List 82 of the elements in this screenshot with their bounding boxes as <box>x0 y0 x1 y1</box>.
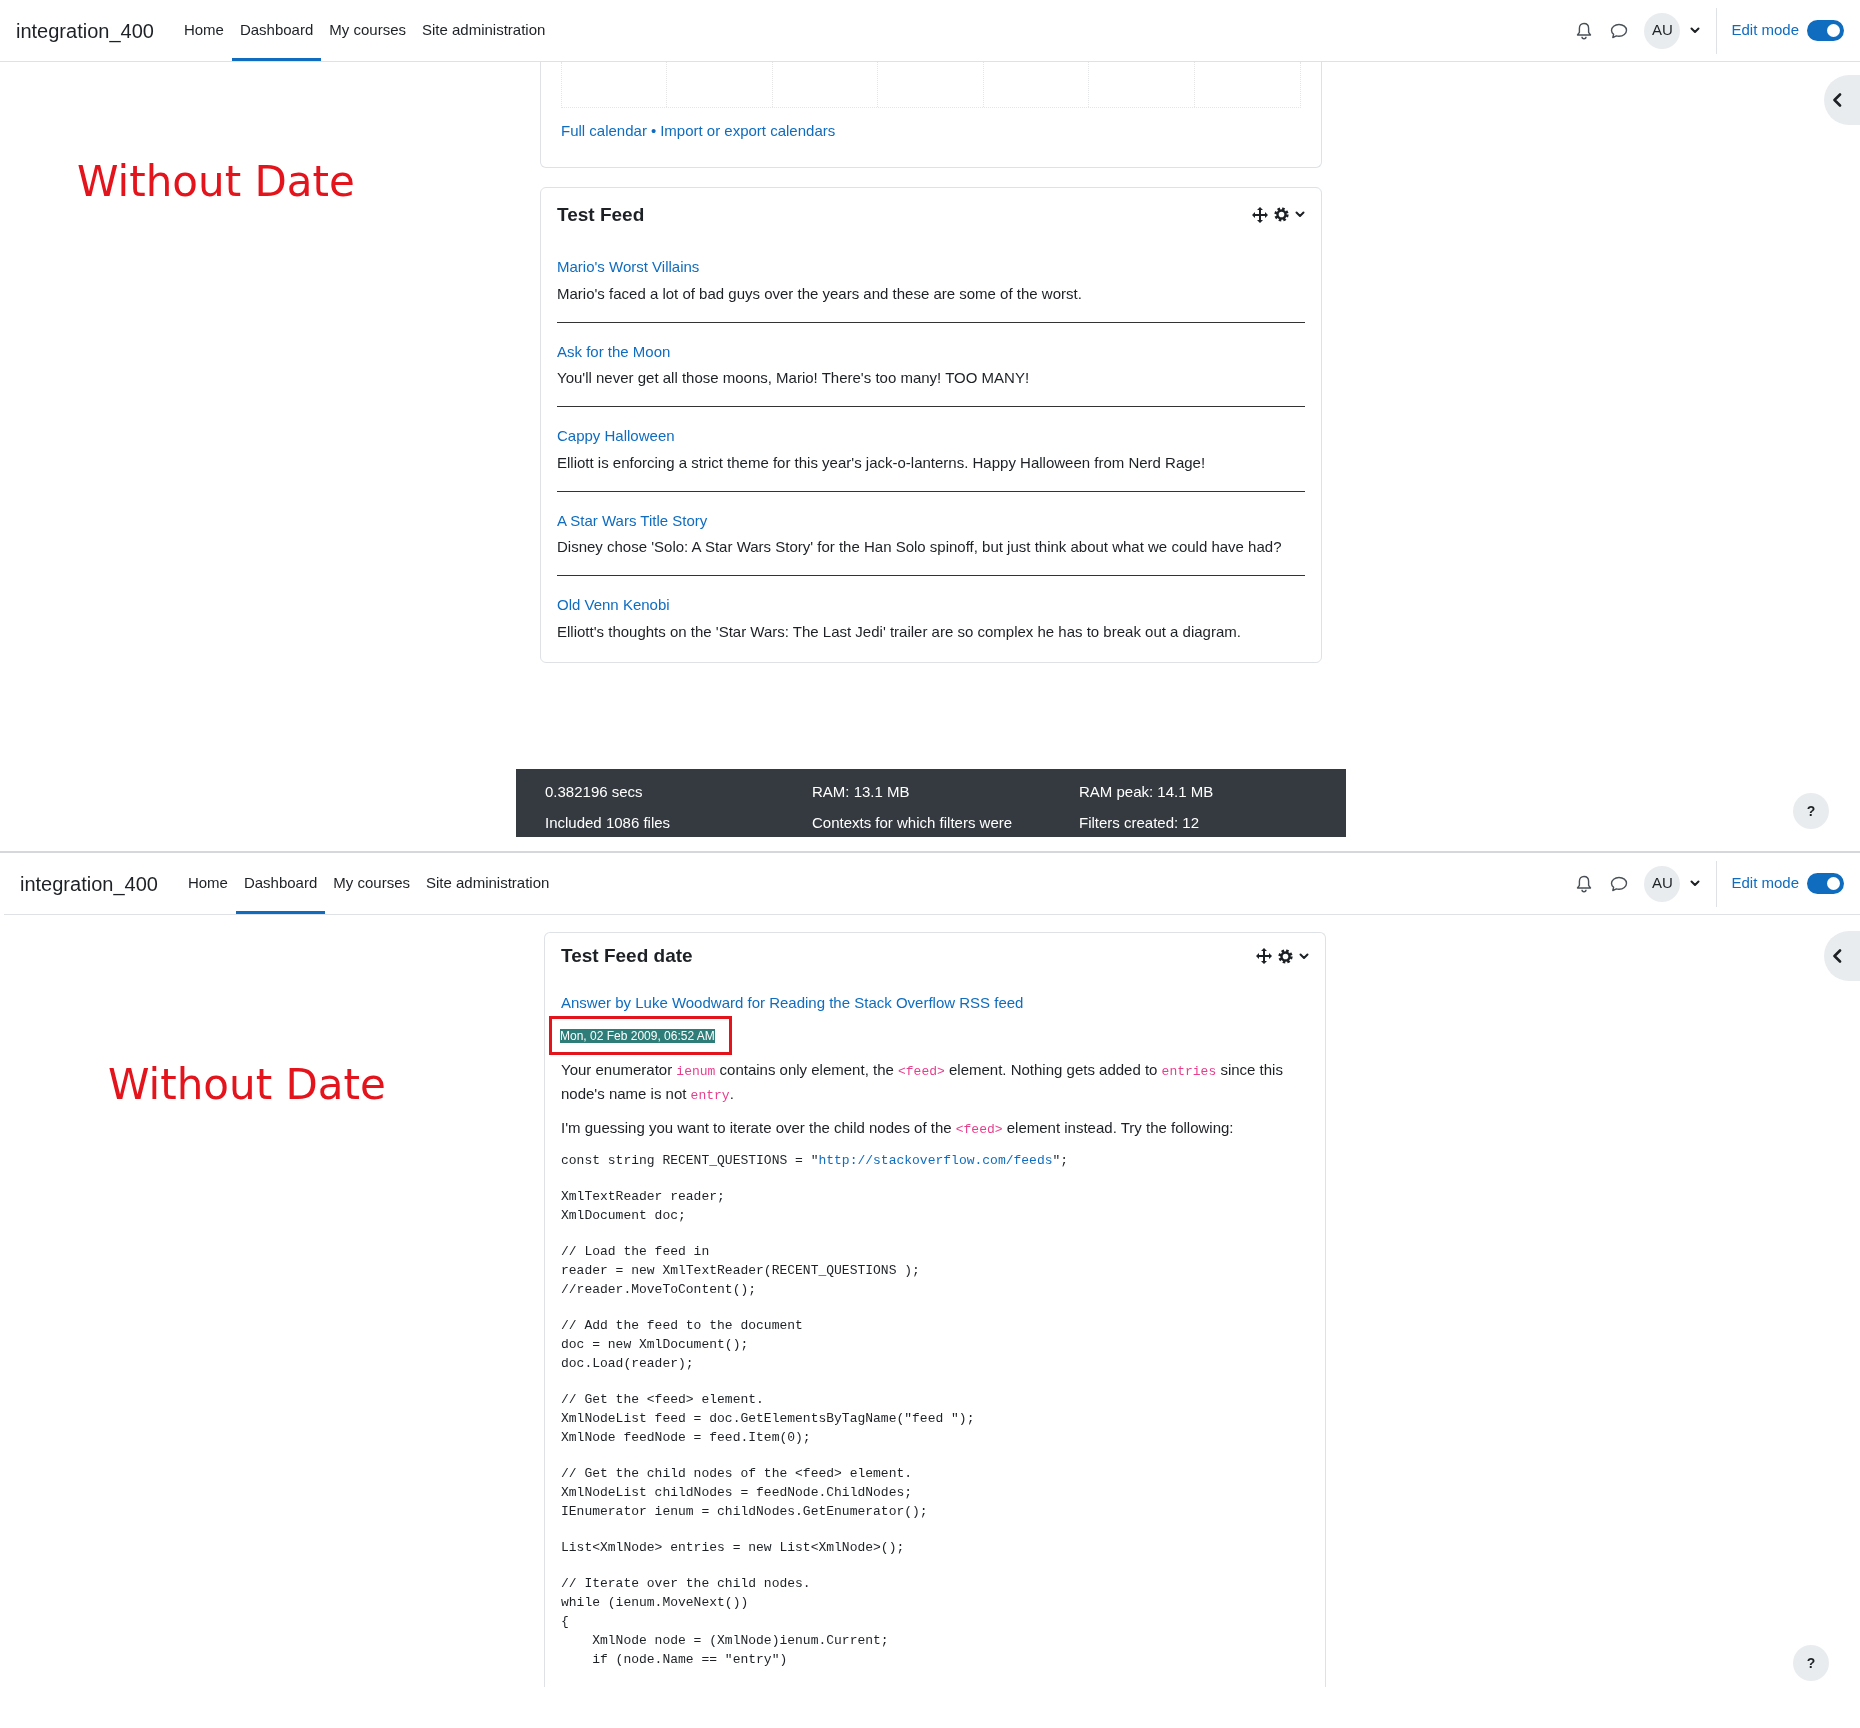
code-line: XmlTextReader reader; <box>561 1187 725 1206</box>
footer-stat: 0.382196 secs <box>545 782 644 802</box>
move-icon[interactable] <box>1256 948 1272 965</box>
footer-stat: Filters created: 12 <box>1079 813 1201 833</box>
block-title: Test Feed <box>557 203 645 227</box>
code-line: const string RECENT_QUESTIONS = "http://stackoverflow.com/feeds"; <box>561 1151 1069 1170</box>
actions-caret-icon[interactable] <box>1295 211 1305 219</box>
message-bubble-icon[interactable] <box>1610 875 1629 892</box>
drawer-toggle-button[interactable] <box>1824 931 1860 981</box>
feed-item-description: Mario's faced a lot of bad guys over the years and these are some of the worst. <box>557 283 1083 304</box>
user-avatar[interactable]: AU <box>1644 12 1681 49</box>
actions-caret-icon[interactable] <box>1299 952 1309 960</box>
feed-item-description: Disney chose 'Solo: A Star Wars Story' for the Han Solo spinoff, but just think about what we could have had? <box>557 537 1283 558</box>
nav-link[interactable]: Dashboard <box>231 0 322 61</box>
site-name: integration_400 <box>20 871 158 898</box>
code-line: XmlNode node = (XmlNode)ienum.Current; <box>591 1631 889 1650</box>
help-button[interactable]: ? <box>1793 793 1829 829</box>
description-paragraph: I'm guessing you want to iterate over the child nodes of the <feed> element instead. Try the following: <box>561 1117 1235 1139</box>
code-line: // Get the child nodes of the <feed> element. <box>561 1464 913 1483</box>
edit-mode-switch[interactable] <box>1807 873 1844 894</box>
annotation-text: Without Date <box>76 156 356 208</box>
feed-item-description: You'll never get all those moons, Mario! There's too many! TOO MANY! <box>557 368 1031 389</box>
feed-item-description: Elliott's thoughts on the 'Star Wars: The Last Jedi' trailer are so complex he has to break out a diagram. <box>557 621 1242 642</box>
feed-item-description: Elliott is enforcing a strict theme for this year's jack-o-lanterns. Happy Halloween from Nerd Rage! <box>557 452 1207 473</box>
nav-link[interactable]: Dashboard <box>235 853 326 914</box>
block-title: Test Feed date <box>561 945 693 968</box>
code-line: { <box>561 1612 569 1631</box>
feed-item-link[interactable]: Cappy Halloween <box>557 425 675 448</box>
site-name: integration_400 <box>16 18 154 45</box>
code-line: //reader.MoveToContent(); <box>561 1280 757 1299</box>
code-line: // Iterate over the child nodes. <box>561 1574 811 1593</box>
code-line: XmlNodeList childNodes = feedNode.ChildNodes; <box>561 1483 913 1502</box>
message-bubble-icon[interactable] <box>1610 22 1629 39</box>
link-separator: • <box>650 121 657 141</box>
feed-item-link[interactable]: A Star Wars Title Story <box>557 509 708 532</box>
code-line: while (ienum.MoveNext()) <box>561 1593 749 1612</box>
feed-item-link[interactable]: Answer by Luke Woodward for Reading the Stack Overflow RSS feed <box>561 991 1024 1014</box>
user-avatar[interactable]: AU <box>1644 865 1681 902</box>
settings-icon[interactable] <box>1274 207 1289 223</box>
feed-item-link[interactable]: Ask for the Moon <box>557 340 671 363</box>
edit-mode-link[interactable]: Edit mode <box>1731 19 1799 42</box>
help-button[interactable]: ? <box>1793 1645 1829 1681</box>
drawer-toggle-button[interactable] <box>1824 75 1860 125</box>
code-line: XmlNodeList feed = doc.GetElementsByTagName("feed "); <box>561 1409 975 1428</box>
description-paragraph: Your enumerator ienum contains only element, the <feed> element. Nothing gets added to entries since this node's name is not entry. <box>561 1059 1284 1105</box>
code-line: IEnumerator ienum = childNodes.GetEnumerator(); <box>561 1502 928 1521</box>
nav-link[interactable]: My courses <box>325 853 418 914</box>
notification-bell-icon[interactable] <box>1576 21 1593 40</box>
code-line: // Add the feed to the document <box>561 1316 803 1335</box>
user-menu-caret-icon[interactable] <box>1690 880 1701 887</box>
nav-link[interactable]: Site administration <box>414 0 554 61</box>
code-line: // Get the <feed> element. <box>561 1390 764 1409</box>
edit-mode-link[interactable]: Edit mode <box>1731 872 1799 895</box>
nav-link[interactable]: Home <box>175 0 232 61</box>
code-line: reader = new XmlTextReader(RECENT_QUESTIONS ); <box>561 1261 920 1280</box>
annotation-text: Without Date <box>107 1059 387 1111</box>
code-line: XmlNode feedNode = feed.Item(0); <box>561 1428 811 1447</box>
nav-link[interactable]: My courses <box>321 0 414 61</box>
move-icon[interactable] <box>1252 206 1268 223</box>
nav-link[interactable]: Site administration <box>418 853 558 914</box>
footer-stat: Included 1086 files <box>545 813 672 833</box>
footer-stat: RAM peak: 14.1 MB <box>1079 782 1215 802</box>
item-date: Mon, 02 Feb 2009, 06:52 AM <box>560 1029 715 1044</box>
user-menu-caret-icon[interactable] <box>1690 27 1701 34</box>
code-line: doc = new XmlDocument(); <box>561 1335 749 1354</box>
footer-stat: RAM: 13.1 MB <box>812 782 911 802</box>
calendar-link[interactable]: Import or export calendars <box>660 120 836 143</box>
code-line: doc.Load(reader); <box>561 1354 694 1373</box>
code-line: List<XmlNode> entries = new List<XmlNode>(); <box>561 1538 905 1557</box>
code-line: // Load the feed in <box>561 1242 710 1261</box>
code-line: if (node.Name == "entry") <box>591 1650 788 1669</box>
chevron-left-icon[interactable] <box>1832 949 1842 963</box>
calendar-link[interactable]: Full calendar <box>561 120 647 143</box>
chevron-left-icon[interactable] <box>1832 93 1842 107</box>
nav-link[interactable]: Home <box>179 853 236 914</box>
feed-item-link[interactable]: Mario's Worst Villains <box>557 256 700 279</box>
code-line: XmlDocument doc; <box>561 1206 686 1225</box>
settings-icon[interactable] <box>1278 948 1293 964</box>
footer-stat: Contexts for which filters were <box>812 813 1014 833</box>
edit-mode-switch[interactable] <box>1807 20 1844 41</box>
notification-bell-icon[interactable] <box>1576 874 1593 893</box>
feed-item-link[interactable]: Old Venn Kenobi <box>557 594 670 617</box>
